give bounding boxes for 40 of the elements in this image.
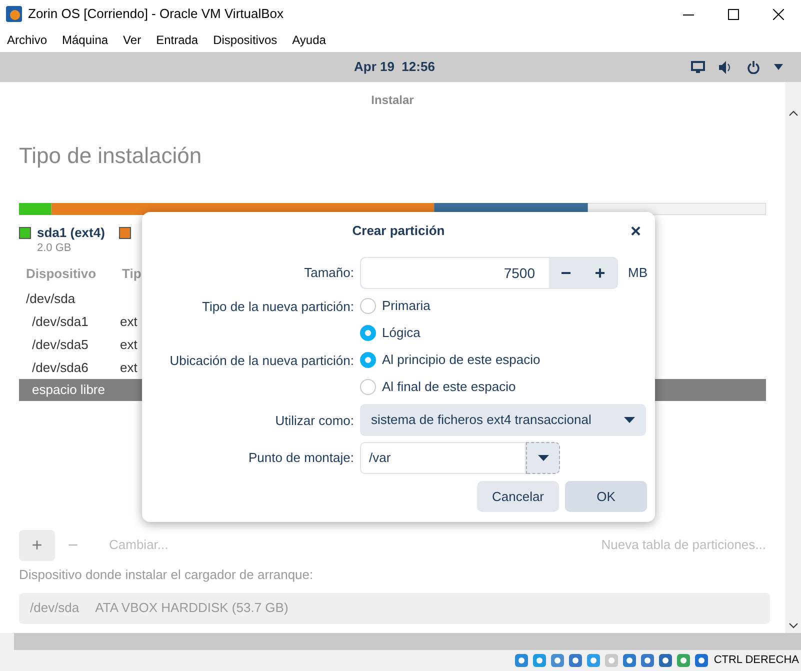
menu-item[interactable]: Archivo (7, 31, 48, 49)
dialog-button[interactable]: OK (565, 481, 647, 512)
device-text: /dev/sda (30, 599, 80, 618)
dialog-title: Crear partición (352, 222, 445, 240)
radio-label: Al final de este espacio (382, 378, 516, 396)
type-cell-text: ext (120, 312, 138, 331)
legend-label: sda1 (ext4) (37, 225, 105, 241)
close-button[interactable]: × (630, 222, 641, 240)
type-label: Tipo de la nueva partición: (200, 298, 354, 316)
use-label: Utilizar como: (274, 412, 354, 430)
window-title: Zorin OS [Corriendo] - Oracle VM VirtualBox (28, 5, 284, 24)
menu-item[interactable]: Ayuda (292, 31, 326, 49)
disk-name: ATA VBOX HARDDISK (53.7 GB) (95, 599, 288, 618)
host-key: CTRL DERECHA (714, 652, 799, 669)
menu-item[interactable]: Dispositivos (213, 31, 278, 49)
radio-label: Lógica (382, 324, 420, 342)
unit-label: MB (628, 264, 648, 282)
radio-label: Al principio de este espacio (382, 350, 540, 369)
type-cell-text: ext (120, 358, 138, 377)
menu-item[interactable]: Máquina (62, 31, 108, 49)
radio-label: Primaria (382, 296, 430, 315)
device-cell-text: /dev/sda5 (31, 336, 90, 354)
device-cell-text: /dev/sda1 (31, 312, 90, 331)
type-cell-text: ext (120, 336, 138, 354)
location-label: Ubicación de la nueva partición: (168, 352, 354, 370)
add-button[interactable]: + (19, 530, 55, 560)
mount-label: Punto de montaje: (247, 449, 354, 468)
installer-header: Instalar (371, 92, 414, 109)
mount-field[interactable]: /var (360, 442, 526, 474)
menu-item[interactable]: Entrada (156, 31, 198, 49)
device-cell-text: /dev/sda6 (31, 358, 90, 377)
size-label: Tamaño: (303, 264, 354, 282)
bootloader-label: Dispositivo donde instalar el cargador de arranque: (19, 566, 314, 584)
clock[interactable]: Apr 19 12:56 (354, 57, 435, 77)
page-heading: Tipo de instalación (19, 142, 203, 170)
legend-size: 2.0 GB (37, 241, 72, 255)
menu-item[interactable]: Ver (123, 31, 142, 49)
use-dropdown[interactable]: sistema de ficheros ext4 transaccional (360, 404, 646, 436)
device-cell-text: espacio libre (31, 381, 106, 400)
dialog-button[interactable]: Cancelar (477, 481, 559, 512)
